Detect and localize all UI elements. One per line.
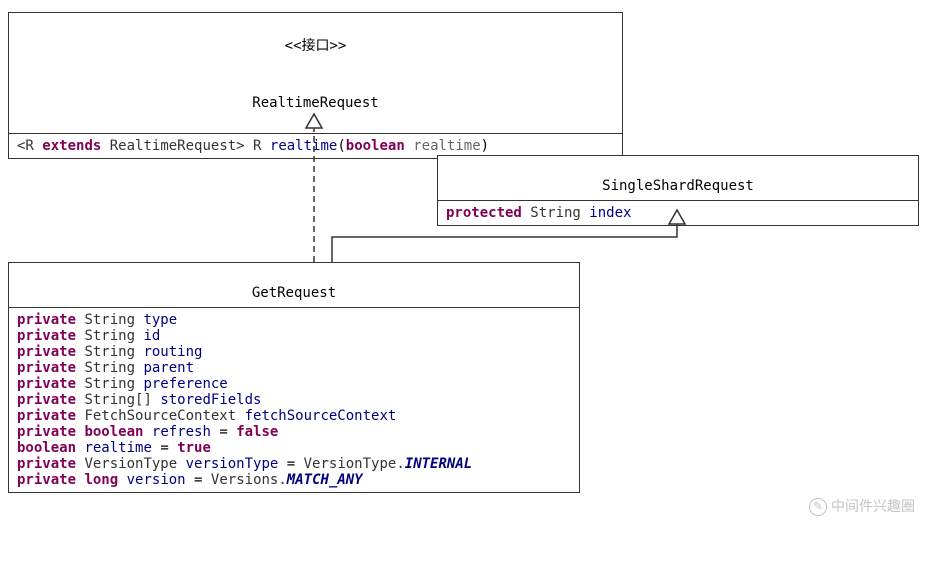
shard-field: protected String index — [446, 205, 631, 221]
field-line: private String id — [17, 328, 571, 344]
field-line: private String routing — [17, 344, 571, 360]
class-singleshardrequest: SingleShardRequest protected String inde… — [437, 155, 919, 226]
field-line: private FetchSourceContext fetchSourceCo… — [17, 408, 571, 424]
field-line: private String[] storedFields — [17, 392, 571, 408]
field-line: boolean realtime = true — [17, 440, 571, 456]
field-line: private String type — [17, 312, 571, 328]
get-header: GetRequest — [9, 263, 579, 308]
shard-name: SingleShardRequest — [602, 178, 754, 194]
field-line: private boolean refresh = false — [17, 424, 571, 440]
field-line: private long version = Versions.MATCH_AN… — [17, 472, 571, 488]
field-line: private VersionType versionType = Versio… — [17, 456, 571, 472]
stereotype-label: <<接口>> — [17, 35, 614, 55]
watermark-text: 中间件兴趣圈 — [831, 498, 915, 514]
field-line: private String preference — [17, 376, 571, 392]
shard-header: SingleShardRequest — [438, 156, 918, 201]
shard-body: protected String index — [438, 201, 918, 225]
field-line: private String parent — [17, 360, 571, 376]
method-signature: <R extends RealtimeRequest> R realtime(b… — [17, 138, 489, 154]
interface-name: RealtimeRequest — [17, 95, 614, 111]
watermark-icon: ✎ — [809, 498, 827, 516]
interface-header: <<接口>> RealtimeRequest — [9, 13, 622, 134]
class-getrequest: GetRequest private String typeprivate St… — [8, 262, 580, 493]
interface-realtimerequest: <<接口>> RealtimeRequest <R extends Realti… — [8, 12, 623, 159]
watermark: ✎中间件兴趣圈 — [809, 496, 915, 516]
get-name: GetRequest — [252, 285, 336, 301]
get-body: private String typeprivate String idpriv… — [9, 308, 579, 492]
